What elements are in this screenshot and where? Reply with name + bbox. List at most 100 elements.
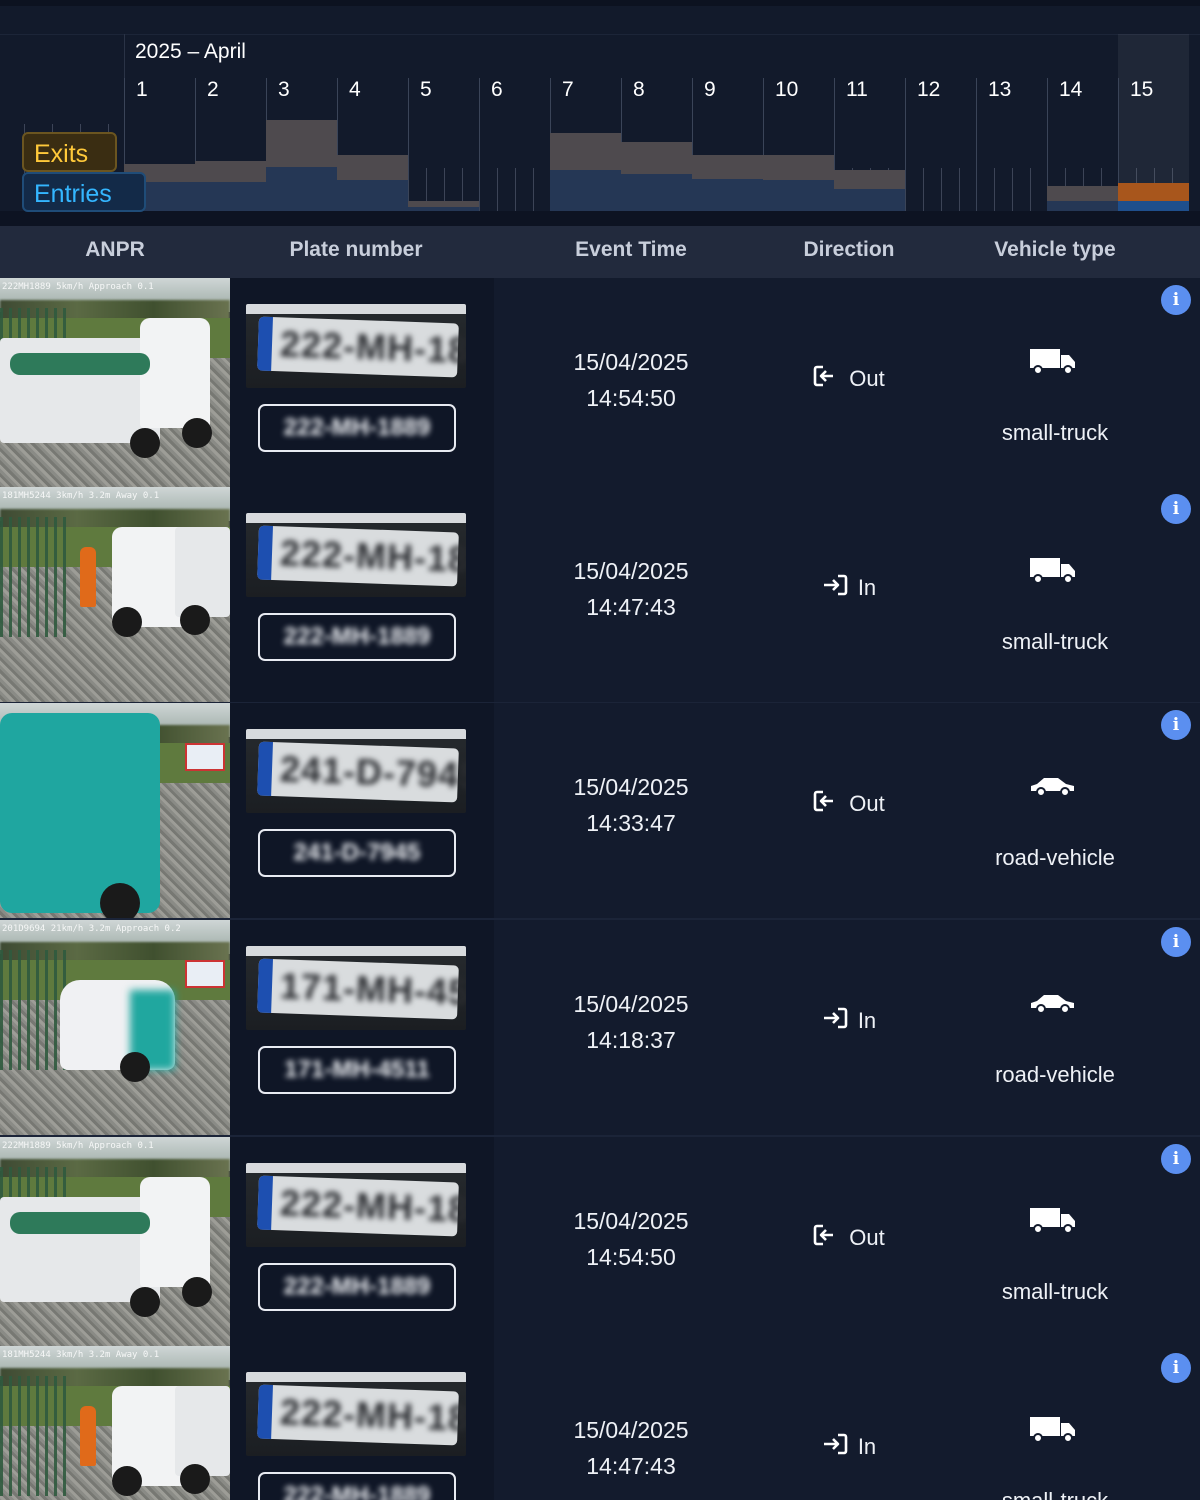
photo-person <box>80 547 96 607</box>
timeline-day-6[interactable]: 6 <box>479 34 550 212</box>
timeline-day-8[interactable]: 8 <box>621 34 692 212</box>
timeline-tick <box>959 168 960 212</box>
photo-overlay-text: 181MH5244 3km/h 3.2m Away 0.1 <box>2 491 160 501</box>
direction-cell: Out <box>768 364 930 394</box>
anpr-photo[interactable]: 222MH1889 5km/h Approach 0.1 <box>0 278 230 493</box>
info-icon[interactable]: i <box>1161 285 1191 315</box>
exit-icon <box>813 364 839 394</box>
timeline-day-5[interactable]: 5 <box>408 34 479 212</box>
plate-eu-band <box>257 1175 273 1230</box>
legend-exits-toggle[interactable]: Exits <box>22 132 117 172</box>
plate-crop-text: 171-MH-4511 <box>279 965 466 1015</box>
enter-icon <box>822 1006 848 1036</box>
plate-number-box[interactable]: 171-MH-4511 <box>258 1046 456 1094</box>
plate-number-box[interactable]: 222-MH-1889 <box>258 1263 456 1311</box>
timeline-day-15[interactable]: 15 <box>1118 34 1189 212</box>
anpr-photo[interactable]: 222MH1889 5km/h Approach 0.1 <box>0 1137 230 1352</box>
info-icon[interactable]: i <box>1161 494 1191 524</box>
plate-eu-band <box>257 958 273 1013</box>
plate-number-box[interactable]: 241-D-7945 <box>258 829 456 877</box>
photo-wheel <box>100 883 140 918</box>
entries-bar <box>834 189 905 212</box>
photo-overlay-text: 222MH1889 5km/h Approach 0.1 <box>2 282 154 292</box>
timeline-day-14[interactable]: 14 <box>1047 34 1118 212</box>
column-header-anpr[interactable]: ANPR <box>0 226 230 278</box>
plate-crop-plate: 222-MH-1889 <box>257 1384 466 1446</box>
event-date: 15/04/2025 <box>573 349 689 375</box>
photo-van <box>60 980 175 1070</box>
plate-number-box[interactable]: 222-MH-1889 <box>258 1472 456 1500</box>
timeline-day-label: 9 <box>704 78 716 101</box>
entries-bar <box>692 179 763 212</box>
timeline-day-10[interactable]: 10 <box>763 34 834 212</box>
plate-crop-image[interactable]: 222-MH-1889 <box>246 1163 466 1247</box>
plate-number-box[interactable]: 222-MH-1889 <box>258 404 456 452</box>
plate-cell: 222-MH-1889 222-MH-1889 <box>230 1137 494 1352</box>
photo-overlay-text: 181MH5244 3km/h 3.2m Away 0.1 <box>2 1350 160 1360</box>
event-time: 15/04/2025 14:47:43 <box>494 553 768 625</box>
timeline-day-label: 6 <box>491 78 503 101</box>
timeline-day-7[interactable]: 7 <box>550 34 621 212</box>
info-icon[interactable]: i <box>1161 927 1191 957</box>
plate-crop-bumper <box>246 513 466 523</box>
direction-label: Out <box>849 791 885 816</box>
plate-crop-image[interactable]: 222-MH-1889 <box>246 304 466 388</box>
table-row[interactable]: 222-MH-1889 222-MH-1889 181MH5244 3km/h 3.… <box>0 487 1200 704</box>
timeline-day-13[interactable]: 13 <box>976 34 1047 212</box>
legend-entries-toggle[interactable]: Entries <box>22 172 146 212</box>
timeline-day-9[interactable]: 9 <box>692 34 763 212</box>
entries-bar <box>337 180 408 212</box>
table-row[interactable]: 222-MH-1889 222-MH-1889 222MH1889 5km/h Ap… <box>0 1137 1200 1354</box>
table-row[interactable]: 222-MH-1889 222-MH-1889 181MH5244 3km/h 3.… <box>0 1346 1200 1500</box>
photo-truck-body <box>175 1386 230 1476</box>
photo-wheel <box>182 1277 212 1307</box>
plate-crop-bumper <box>246 1372 466 1382</box>
info-icon[interactable]: i <box>1161 1144 1191 1174</box>
plate-number-text: 222-MH-1889 <box>283 623 431 650</box>
info-icon[interactable]: i <box>1161 710 1191 740</box>
direction-cell: Out <box>768 1223 930 1253</box>
column-header-vehicle-type[interactable]: Vehicle type <box>930 226 1180 278</box>
anpr-photo[interactable] <box>0 703 230 918</box>
timeline-tick <box>1012 168 1013 212</box>
timeline-day-label: 10 <box>775 78 799 101</box>
anpr-photo[interactable]: 181MH5244 3km/h 3.2m Away 0.1 <box>0 1346 230 1500</box>
timeline-day-separator <box>479 78 480 212</box>
plate-crop-image[interactable]: 222-MH-1889 <box>246 1372 466 1456</box>
event-time: 15/04/2025 14:47:43 <box>494 1412 768 1484</box>
plate-number-text: 171-MH-4511 <box>284 1056 430 1083</box>
plate-crop-image[interactable]: 241-D-7945 <box>246 729 466 813</box>
timeline-day-3[interactable]: 3 <box>266 34 337 212</box>
info-icon[interactable]: i <box>1161 1353 1191 1383</box>
table-row[interactable]: 241-D-7945 241-D-7945 15/04/2025 14:33:47 Ou… <box>0 703 1200 920</box>
exit-icon <box>813 1223 839 1253</box>
column-header-event-time[interactable]: Event Time <box>494 226 768 278</box>
column-header-direction[interactable]: Direction <box>768 226 930 278</box>
timeline-day-label: 5 <box>420 78 432 101</box>
photo-truck-cab <box>140 1177 210 1287</box>
plate-crop-image[interactable]: 171-MH-4511 <box>246 946 466 1030</box>
photo-wheel <box>182 418 212 448</box>
direction-label: In <box>857 1434 877 1459</box>
table-row[interactable]: 171-MH-4511 171-MH-4511 201D9694 21km/h 3.… <box>0 920 1200 1137</box>
plate-number-box[interactable]: 222-MH-1889 <box>258 613 456 661</box>
plate-number-text: 241-D-7945 <box>293 839 421 866</box>
photo-wheel <box>112 1466 142 1496</box>
photo-van <box>0 713 160 913</box>
anpr-photo[interactable]: 181MH5244 3km/h 3.2m Away 0.1 <box>0 487 230 702</box>
event-time: 15/04/2025 14:33:47 <box>494 769 768 841</box>
column-header-plate[interactable]: Plate number <box>246 226 466 278</box>
plate-eu-band <box>257 525 273 580</box>
exit-icon <box>813 789 839 819</box>
timeline-day-11[interactable]: 11 <box>834 34 905 212</box>
timeline-day-separator <box>976 78 977 212</box>
plate-crop-bumper <box>246 304 466 314</box>
anpr-photo[interactable]: 201D9694 21km/h 3.2m Approach 0.2 <box>0 920 230 1135</box>
timeline-day-12[interactable]: 12 <box>905 34 976 212</box>
timeline-day-4[interactable]: 4 <box>337 34 408 212</box>
plate-number-text: 222-MH-1889 <box>283 1482 431 1500</box>
photo-truck-cab <box>140 318 210 428</box>
table-row[interactable]: 222-MH-1889 222-MH-1889 222MH1889 5km/h Ap… <box>0 278 1200 495</box>
plate-crop-image[interactable]: 222-MH-1889 <box>246 513 466 597</box>
enter-icon <box>822 573 848 603</box>
